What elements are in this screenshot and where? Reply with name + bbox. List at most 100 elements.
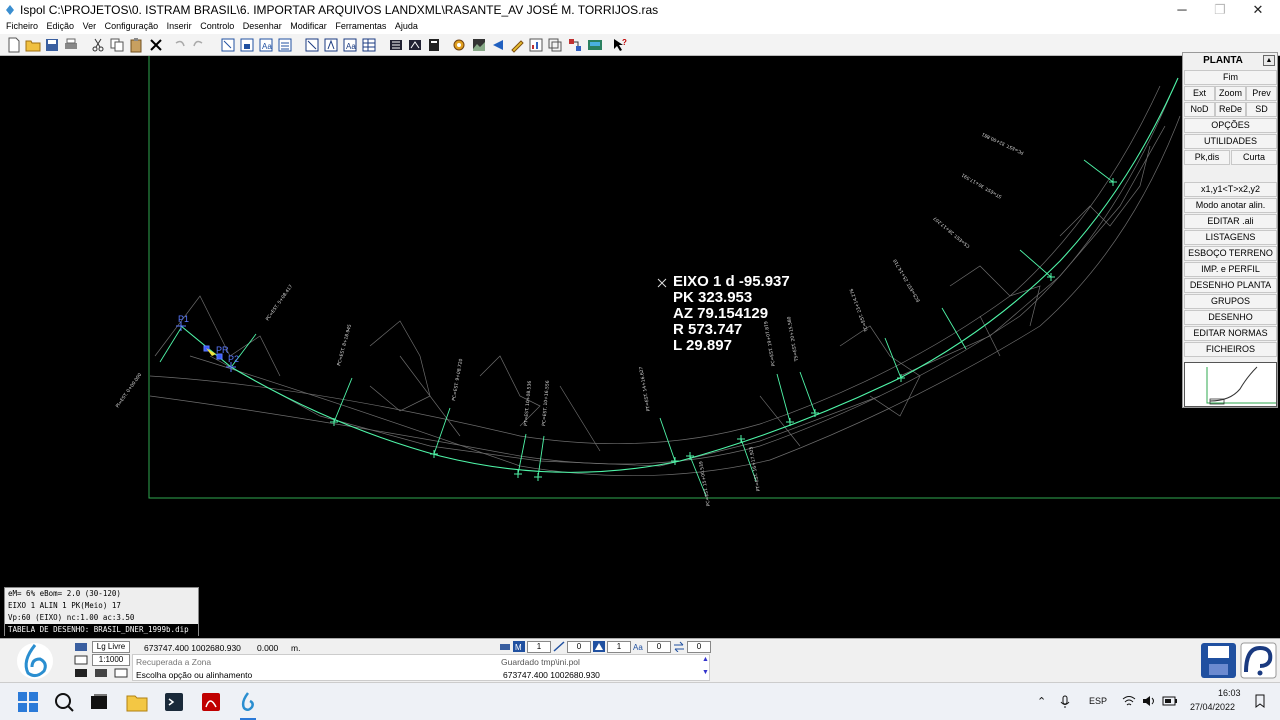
menu-modificar[interactable]: Modificar — [290, 20, 327, 31]
nod-button[interactable]: NoD — [1184, 102, 1215, 117]
menu-ficheiro[interactable]: Ficheiro — [6, 20, 38, 31]
notification-icon[interactable] — [1254, 694, 1266, 708]
grupos-button[interactable]: GRUPOS — [1184, 294, 1277, 309]
zoom-button[interactable]: Zoom — [1215, 86, 1246, 101]
drawing-canvas[interactable]: PC=EST. 8+18.945 PC=EST. 9+08.720 PT=EST… — [0, 56, 1280, 638]
ficheiros-button[interactable]: FICHEIROS — [1184, 342, 1277, 357]
table-view-icon[interactable] — [361, 37, 377, 53]
editar-ali-button[interactable]: EDITAR .ali — [1184, 214, 1277, 229]
line-tool-icon[interactable] — [553, 641, 565, 652]
pkdis-button[interactable]: Pk,dis — [1184, 150, 1230, 165]
x1y1-button[interactable]: x1,y1<T>x2,y2 — [1184, 182, 1277, 197]
listagens-button[interactable]: LISTAGENS — [1184, 230, 1277, 245]
network-icon[interactable] — [567, 37, 583, 53]
new-file-icon[interactable] — [6, 37, 22, 53]
print-icon[interactable] — [63, 37, 79, 53]
snap-status-icon[interactable] — [74, 668, 88, 678]
scale-status-icon[interactable] — [74, 655, 88, 665]
menu-desenhar[interactable]: Desenhar — [243, 20, 282, 31]
ext-button[interactable]: Ext — [1184, 86, 1215, 101]
collapse-icon[interactable]: ▲ — [1263, 55, 1275, 66]
fim-button[interactable]: Fim — [1184, 70, 1277, 85]
modo-anotar-button[interactable]: Modo anotar alin. — [1184, 198, 1277, 213]
field-3[interactable]: 1 — [607, 641, 631, 653]
plan-drawing[interactable]: PC=EST. 8+18.945 PC=EST. 9+08.720 PT=EST… — [0, 56, 1280, 638]
close-button[interactable]: ✕ — [1238, 0, 1278, 20]
imp-perfil-button[interactable]: IMP. e PERFIL — [1184, 262, 1277, 277]
cut-icon[interactable] — [90, 37, 106, 53]
clock-time[interactable]: 16:03 — [1218, 688, 1241, 698]
ortho-status-icon[interactable] — [94, 668, 108, 678]
lig-livre-field[interactable]: Lg Livre — [92, 641, 130, 653]
triangle-tool-icon[interactable] — [593, 641, 605, 652]
scroll-down-icon[interactable]: ▼ — [702, 669, 709, 676]
menu-ferramentas[interactable]: Ferramentas — [335, 20, 386, 31]
save-icon[interactable] — [44, 37, 60, 53]
menu-controlo[interactable]: Controlo — [200, 20, 234, 31]
save-large-icon[interactable] — [1200, 642, 1237, 679]
layers-icon[interactable] — [277, 37, 293, 53]
document-icon[interactable] — [426, 37, 442, 53]
text-tool-icon[interactable]: Aa — [258, 37, 274, 53]
open-folder-icon[interactable] — [25, 37, 41, 53]
cross-section-icon[interactable] — [407, 37, 423, 53]
profile-view-icon[interactable] — [323, 37, 339, 53]
label-view-icon[interactable]: Aa — [342, 37, 358, 53]
print-status-icon[interactable] — [499, 641, 511, 652]
field-5[interactable]: 0 — [687, 641, 711, 653]
esboco-terreno-button[interactable]: ESBOÇO TERRENO — [1184, 246, 1277, 261]
overview-minimap[interactable] — [1184, 362, 1277, 407]
terrain-image-icon[interactable] — [471, 37, 487, 53]
help-large-icon[interactable] — [1240, 642, 1277, 679]
redo-icon[interactable] — [190, 37, 206, 53]
copy-icon[interactable] — [109, 37, 125, 53]
pencil-icon[interactable] — [509, 37, 525, 53]
transfer-icon[interactable] — [673, 641, 685, 652]
undo-icon[interactable] — [172, 37, 188, 53]
grid-tool-icon[interactable] — [388, 37, 404, 53]
help-cursor-icon[interactable]: ? — [612, 37, 628, 53]
windows-start-icon[interactable] — [17, 691, 39, 713]
desenho-button[interactable]: DESENHO — [1184, 310, 1277, 325]
map-icon[interactable] — [587, 37, 603, 53]
menu-ver[interactable]: Ver — [83, 20, 97, 31]
menu-configuracao[interactable]: Configuração — [105, 20, 159, 31]
curta-button[interactable]: Curta — [1231, 150, 1277, 165]
m-mode-icon[interactable]: M — [513, 641, 525, 652]
sd-button[interactable]: SD — [1246, 102, 1277, 117]
terminal-app-icon[interactable] — [163, 691, 185, 713]
delete-icon[interactable] — [148, 37, 164, 53]
menu-edicao[interactable]: Edição — [47, 20, 75, 31]
chart-icon[interactable] — [528, 37, 544, 53]
battery-icon[interactable] — [1162, 695, 1178, 707]
search-icon[interactable] — [53, 691, 75, 713]
tray-expand-icon[interactable]: ⌃ — [1037, 695, 1046, 708]
microphone-icon[interactable] — [1059, 695, 1071, 709]
settings-gear-icon[interactable] — [451, 37, 467, 53]
field-4[interactable]: 0 — [647, 641, 671, 653]
utilidades-button[interactable]: UTILIDADES — [1184, 134, 1277, 149]
language-indicator[interactable]: ESP — [1089, 696, 1107, 706]
ispol-taskbar-icon[interactable] — [237, 691, 259, 713]
view-image-icon[interactable] — [239, 37, 255, 53]
task-view-icon[interactable] — [88, 691, 110, 713]
wifi-icon[interactable] — [1122, 695, 1136, 707]
zoom-window-icon[interactable] — [220, 37, 236, 53]
layers-status-icon[interactable] — [74, 642, 88, 652]
paste-icon[interactable] — [128, 37, 144, 53]
menu-ajuda[interactable]: Ajuda — [395, 20, 418, 31]
minimize-button[interactable]: ─ — [1162, 0, 1202, 20]
opcoes-button[interactable]: OPÇÕES — [1184, 118, 1277, 133]
copy-window-icon[interactable] — [547, 37, 563, 53]
clock-date[interactable]: 27/04/2022 — [1190, 702, 1235, 712]
grid-status-icon[interactable] — [114, 668, 128, 678]
text-size-icon[interactable]: Aa — [633, 641, 645, 652]
rede-button[interactable]: ReDe — [1215, 102, 1246, 117]
pdf-reader-icon[interactable] — [200, 691, 222, 713]
prev-button[interactable]: Prev — [1246, 86, 1277, 101]
field-1[interactable]: 1 — [527, 641, 551, 653]
scale-field[interactable]: 1:1000 — [92, 654, 130, 666]
maximize-button[interactable]: ❐ — [1200, 0, 1240, 20]
field-2[interactable]: 0 — [567, 641, 591, 653]
plan-view-icon[interactable] — [304, 37, 320, 53]
